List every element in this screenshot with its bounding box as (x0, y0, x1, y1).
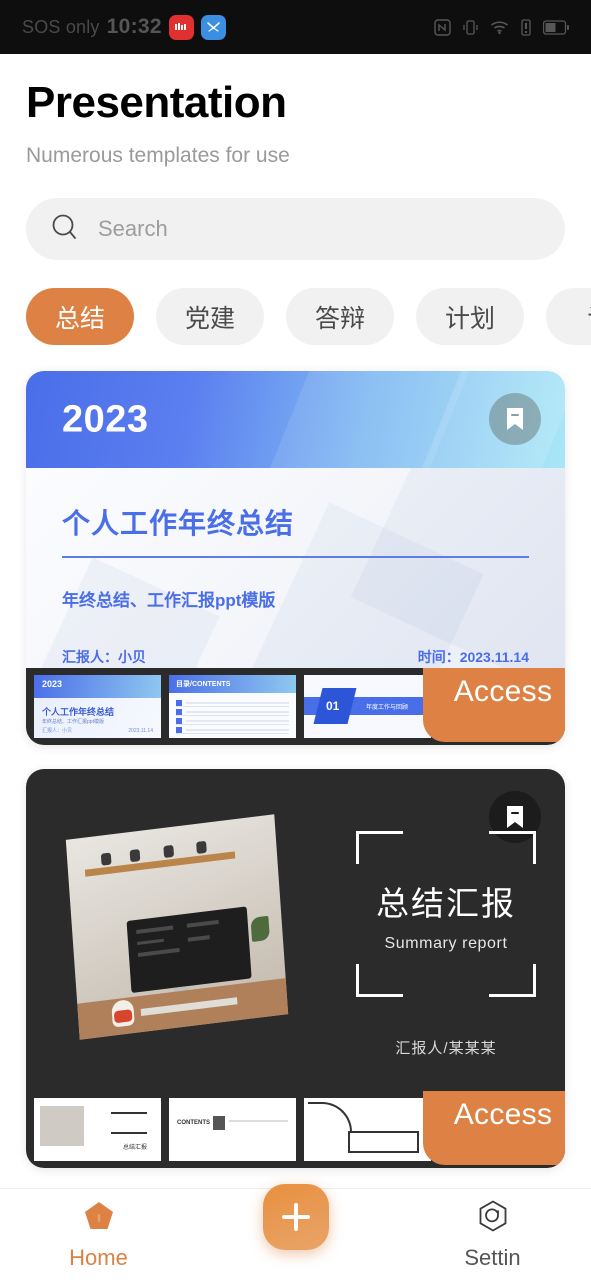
app-screen: SOS only 10:32 Presentation Numerous tem… (0, 0, 591, 1280)
category-chip-jihua[interactable]: 计划 (416, 288, 524, 346)
thumb-section-number: 01 (326, 699, 340, 714)
thumbnail-slide[interactable]: CONTENTS (169, 1098, 296, 1162)
search-section: Search (0, 168, 591, 261)
signal-icon (520, 18, 532, 36)
search-icon (50, 212, 80, 247)
cover-photo (65, 814, 289, 1040)
card-presenter: 汇报人：小贝 (62, 649, 146, 666)
card-title: 总结汇报 (376, 885, 516, 923)
page-subtitle: Numerous templates for use (26, 144, 290, 168)
search-input[interactable]: Search (98, 216, 168, 242)
thumbnail-slide[interactable]: 01 年度工作与回顾 (304, 675, 431, 739)
nav-item-settings[interactable]: Settin (394, 1199, 591, 1271)
card-title: 个人工作年终总结 (62, 508, 295, 540)
wifi-icon (490, 20, 509, 35)
thumb-contents-header: 目录/CONTENTS (176, 681, 231, 689)
bracket-bottom-decor (356, 964, 536, 998)
thumbnail-slide[interactable] (304, 1098, 431, 1162)
carrier-label: SOS only (22, 16, 100, 37)
settings-hexagon-icon (476, 1199, 510, 1238)
nfc-icon (434, 18, 451, 36)
app-badge-red-icon (168, 14, 194, 40)
thumb-caption: 总结汇报 (122, 1145, 147, 1152)
thumb-sub: 年终总结、工作汇报ppt模版 (42, 719, 104, 726)
bottom-navigation: Home Settin (0, 1184, 591, 1280)
page-title: Presentation (26, 78, 287, 127)
search-bar[interactable]: Search (26, 198, 565, 261)
thumbnail-slide[interactable]: 2023 个人工作年终总结 年终总结、工作汇报ppt模版 汇报人：小贝 2023… (34, 675, 161, 739)
card-subtitle: Summary report (384, 935, 508, 953)
template-card-list: 2023 个人工作年终总结 年终总结、工作汇报ppt模版 汇报人：小贝 时间：2… (0, 345, 591, 1169)
thumb-section-label: 年度工作与回顾 (366, 705, 409, 712)
card-title-rule (62, 556, 529, 559)
card-cover-dark: 总结汇报 Summary report 汇报人/某某某 (26, 769, 565, 1092)
page-header: Presentation Numerous templates for use (0, 54, 591, 168)
category-chip-dangjian[interactable]: 党建 (156, 288, 264, 346)
card-author: 汇报人/某某某 (395, 1040, 497, 1058)
clock-label: 10:32 (106, 15, 162, 38)
thumb-footer-right: 2023.11.14 (128, 728, 153, 735)
card-subtitle: 年终总结、工作汇报ppt模版 (62, 591, 276, 611)
thumbnail-slide[interactable]: 总结汇报 (34, 1098, 161, 1162)
category-chip-list[interactable]: 总结 党建 答辩 计划 论 (0, 288, 591, 346)
status-bar-right (434, 18, 569, 36)
category-chip-dabian[interactable]: 答辩 (286, 288, 394, 346)
card-cover-header: 2023 (26, 371, 565, 469)
card-year-label: 2023 (62, 398, 149, 441)
nav-label-home: Home (69, 1244, 128, 1270)
bracket-top-decor (356, 831, 536, 865)
nav-item-home[interactable]: Home (0, 1199, 197, 1271)
template-card[interactable]: 总结汇报 Summary report 汇报人/某某某 总结汇报 CONTENT… (26, 769, 565, 1169)
access-button[interactable]: Access (423, 1091, 565, 1166)
battery-icon (543, 19, 569, 35)
thumb-contents-header: CONTENTS (177, 1120, 210, 1127)
access-button[interactable]: Access (423, 668, 565, 743)
card-meta-row: 汇报人：小贝 时间：2023.11.14 (62, 647, 529, 667)
thumbnail-slide[interactable]: 目录/CONTENTS (169, 675, 296, 739)
thumb-title: 个人工作年终总结 (42, 707, 115, 718)
home-pentagon-icon (82, 1199, 116, 1238)
status-bar: SOS only 10:32 (0, 0, 591, 54)
card-thumbnail-strip[interactable]: 2023 个人工作年终总结 年终总结、工作汇报ppt模版 汇报人：小贝 2023… (26, 668, 565, 746)
card-date: 时间：2023.11.14 (417, 649, 529, 666)
cover-text-block: 总结汇报 Summary report 汇报人/某某某 (356, 831, 536, 1058)
bookmark-icon[interactable] (489, 393, 541, 446)
thumb-year: 2023 (42, 679, 63, 690)
add-button[interactable] (262, 1184, 329, 1250)
app-badge-blue-icon (200, 14, 226, 40)
plus-icon (281, 1203, 310, 1231)
vibrate-icon (462, 19, 479, 36)
card-thumbnail-strip[interactable]: 总结汇报 CONTENTS Access (26, 1091, 565, 1169)
nav-label-settings: Settin (464, 1244, 521, 1270)
card-cover-body: 个人工作年终总结 年终总结、工作汇报ppt模版 汇报人：小贝 时间：2023.1… (26, 468, 565, 669)
template-card[interactable]: 2023 个人工作年终总结 年终总结、工作汇报ppt模版 汇报人：小贝 时间：2… (26, 371, 565, 746)
status-bar-left: SOS only 10:32 (22, 14, 226, 40)
thumb-footer-left: 汇报人：小贝 (42, 728, 73, 735)
category-chip-zongjie[interactable]: 总结 (26, 288, 134, 346)
category-chip-partial[interactable]: 论 (546, 288, 591, 346)
